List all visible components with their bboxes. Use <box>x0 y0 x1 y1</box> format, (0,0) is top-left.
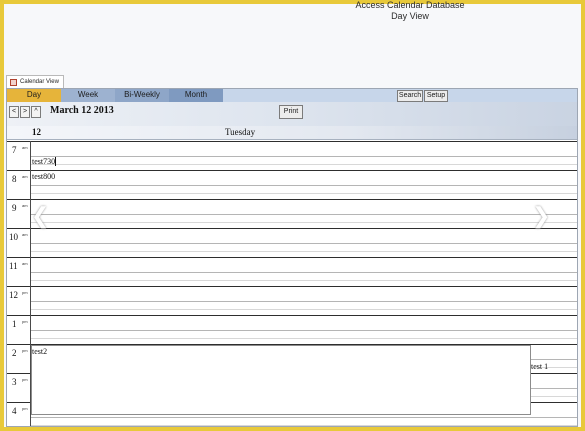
hour-label: 12 <box>9 290 18 300</box>
document-tab[interactable]: Calendar View <box>6 75 64 88</box>
event-test-1[interactable]: test 1 <box>531 362 548 371</box>
ampm-label: pm <box>22 348 28 353</box>
app-title-line1: Access Calendar Database <box>355 0 465 10</box>
day-name: Tuesday <box>225 127 256 137</box>
search-button[interactable]: Search <box>397 90 423 102</box>
event-test730[interactable]: test730 <box>32 157 57 166</box>
tab-bi-weekly[interactable]: Bi-Weekly <box>115 89 169 102</box>
next-day-button[interactable]: > <box>20 106 30 118</box>
hour-row[interactable]: 8 am <box>7 170 577 199</box>
tab-month[interactable]: Month <box>169 89 223 102</box>
tab-week[interactable]: Week <box>61 89 115 102</box>
ampm-label: pm <box>22 290 28 295</box>
app-title-line2: Day View <box>391 11 429 21</box>
prev-day-button[interactable]: < <box>9 106 19 118</box>
hour-label: 3 <box>12 377 17 387</box>
hour-label: 1 <box>12 319 17 329</box>
hour-label: 9 <box>12 203 17 213</box>
half-hour-line <box>31 301 577 302</box>
quarter-hour-line <box>31 251 577 252</box>
half-hour-line <box>31 417 577 418</box>
hour-row[interactable]: 9 am <box>7 199 577 228</box>
half-hour-line <box>31 185 577 186</box>
view-tabs: Day Week Bi-Weekly Month <box>7 89 577 102</box>
hour-row[interactable]: 12 pm <box>7 286 577 315</box>
half-hour-line <box>31 214 577 215</box>
time-gutter-divider <box>30 141 31 426</box>
quarter-hour-line <box>31 222 577 223</box>
hour-label: 4 <box>12 406 17 416</box>
event-test2[interactable]: test2 <box>32 347 47 356</box>
event-block-test2[interactable] <box>31 345 531 415</box>
ampm-label: am <box>22 174 28 179</box>
half-hour-line <box>31 243 577 244</box>
day-header: 12 Tuesday <box>7 126 577 140</box>
current-date: March 12 2013 <box>50 105 114 116</box>
hour-row[interactable]: 11 am <box>7 257 577 286</box>
half-hour-line <box>31 156 577 157</box>
print-button[interactable]: Print <box>279 105 303 119</box>
hour-row[interactable]: 10 am <box>7 228 577 257</box>
calendar-workarea: Day Week Bi-Weekly Month Search Setup < … <box>6 88 578 427</box>
quarter-hour-line <box>31 425 577 426</box>
event-test800[interactable]: test800 <box>32 172 55 181</box>
hour-label: 2 <box>12 348 17 358</box>
up-button[interactable]: ^ <box>31 106 41 118</box>
hour-label: 10 <box>9 232 18 242</box>
quarter-hour-line <box>31 309 577 310</box>
ampm-label: pm <box>22 406 28 411</box>
quarter-hour-line <box>31 338 577 339</box>
quarter-hour-line <box>31 164 577 165</box>
hour-label: 8 <box>12 174 17 184</box>
half-hour-line <box>31 272 577 273</box>
ampm-label: pm <box>22 377 28 382</box>
ampm-label: am <box>22 261 28 266</box>
hour-row[interactable]: 1 pm <box>7 315 577 344</box>
time-grid[interactable]: 7 am 8 am 9 am 10 am 11 am 12 pm 1 pm 2 … <box>7 141 577 426</box>
hour-label: 7 <box>12 145 17 155</box>
setup-button[interactable]: Setup <box>424 90 448 102</box>
ampm-label: pm <box>22 319 28 324</box>
tab-day[interactable]: Day <box>7 89 61 102</box>
ampm-label: am <box>22 232 28 237</box>
chevron-right-icon[interactable]: ❯ <box>532 205 550 227</box>
quarter-hour-line <box>31 280 577 281</box>
form-icon <box>10 78 17 86</box>
ampm-label: am <box>22 203 28 208</box>
ampm-label: am <box>22 145 28 150</box>
day-number: 12 <box>32 127 41 137</box>
hour-row[interactable]: 7 am <box>7 141 577 170</box>
chevron-left-icon[interactable]: ❮ <box>31 205 49 227</box>
document-tab-label: Calendar View <box>20 79 59 85</box>
app-title: Access Calendar Database Day View <box>300 0 520 22</box>
half-hour-line <box>31 330 577 331</box>
hour-label: 11 <box>9 261 18 271</box>
quarter-hour-line <box>31 193 577 194</box>
